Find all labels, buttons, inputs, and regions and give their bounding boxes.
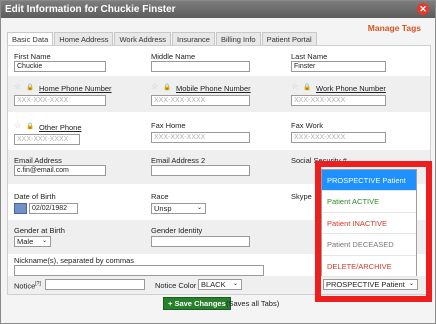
notice-help-icon[interactable]: [?]: [35, 281, 41, 287]
home-phone-label[interactable]: Home Phone Number: [39, 84, 112, 93]
email2-label: Email Address 2: [151, 156, 206, 165]
middle-name-label: Middle Name: [151, 52, 196, 61]
calendar-icon[interactable]: [14, 203, 27, 214]
race-value: Unsp: [154, 204, 172, 213]
first-name-field[interactable]: Chuckie: [14, 61, 106, 72]
mobile-phone-field[interactable]: XXX-XXX-XXXX: [151, 95, 250, 106]
other-phone-label[interactable]: Other Phone: [39, 123, 82, 132]
tab-patient-portal[interactable]: Patient Portal: [261, 32, 317, 45]
lock-icon: 🔒: [303, 84, 312, 91]
dob-field[interactable]: 02/02/1982: [29, 203, 78, 214]
fax-work-field[interactable]: XXX-XXX-XXXX: [291, 132, 386, 143]
gender-identity-field[interactable]: [151, 236, 250, 247]
gender-value: Male: [17, 237, 34, 246]
race-select[interactable]: Unsp ⌄: [151, 203, 206, 214]
gender-label: Gender at Birth: [14, 226, 65, 235]
work-phone-field[interactable]: XXX-XXX-XXXX: [291, 95, 386, 106]
notice-field[interactable]: [45, 279, 145, 290]
gender-identity-label: Gender Identity: [151, 226, 203, 235]
tab-insurance[interactable]: Insurance: [172, 32, 215, 45]
star-icon[interactable]: ☆: [151, 82, 158, 91]
manage-tags-link[interactable]: Manage Tags: [368, 23, 421, 33]
phone-row: ☆ 🔒 Home Phone Number XXX-XXX-XXXX ☆ 🔒 M…: [8, 76, 430, 112]
close-icon[interactable]: ✕: [417, 3, 429, 15]
tab-basic-data[interactable]: Basic Data: [7, 32, 54, 45]
gender-select[interactable]: Male ⌄: [14, 236, 51, 247]
status-option-prospective[interactable]: PROSPECTIVE Patient: [322, 170, 416, 192]
chevron-down-icon: ⌄: [408, 281, 414, 287]
tab-billing-info[interactable]: Billing Info: [215, 32, 261, 45]
status-option-inactive[interactable]: Patient INACTIVE: [322, 212, 416, 235]
fax-row: ☆ 🔒 Other Phone XXX-XXX-XXXX Fax Home XX…: [8, 112, 430, 150]
last-name-field[interactable]: Finster: [291, 61, 386, 72]
nickname-field[interactable]: [14, 265, 264, 276]
saves-all-note: (Saves all Tabs): [226, 299, 280, 308]
lock-icon: 🔒: [26, 123, 35, 130]
fax-work-label: Fax Work: [291, 121, 323, 130]
notice-color-select[interactable]: BLACK ⌄: [198, 279, 242, 290]
other-phone-field[interactable]: XXX-XXX-XXXX: [14, 134, 80, 145]
status-option-active[interactable]: Patient ACTIVE: [322, 191, 416, 213]
patient-status-select[interactable]: PROSPECTIVE Patient ⌄: [323, 279, 418, 290]
name-row: First Name Chuckie Middle Name Last Name…: [8, 46, 430, 76]
lock-icon: 🔒: [26, 84, 35, 91]
dialog-title: Edit Information for Chuckie Finster: [1, 1, 435, 18]
tab-home-address[interactable]: Home Address: [54, 32, 114, 45]
first-name-label: First Name: [14, 52, 51, 61]
notice-label: Notice[?]: [14, 281, 41, 291]
notice-color-label: Notice Color: [155, 281, 197, 290]
tab-work-address[interactable]: Work Address: [114, 32, 172, 45]
notice-color-value: BLACK: [201, 280, 226, 289]
fax-home-label: Fax Home: [151, 121, 186, 130]
tab-bar: Basic Data Home Address Work Address Ins…: [7, 32, 318, 45]
email-label: Email Address: [14, 156, 62, 165]
nickname-label: Nickname(s), separated by commas: [14, 256, 135, 265]
notice-label-text: Notice: [14, 281, 36, 291]
patient-status-menu: PROSPECTIVE Patient Patient ACTIVE Patie…: [321, 169, 417, 277]
last-name-label: Last Name: [291, 52, 328, 61]
fax-home-field[interactable]: XXX-XXX-XXXX: [151, 132, 250, 143]
race-label: Race: [151, 192, 169, 201]
chevron-down-icon: ⌄: [41, 238, 47, 244]
home-phone-field[interactable]: XXX-XXX-XXXX: [14, 95, 106, 106]
dob-label: Date of Birth: [14, 192, 56, 201]
status-selected-value: PROSPECTIVE Patient: [326, 280, 405, 289]
star-icon[interactable]: ☆: [14, 121, 21, 130]
star-icon[interactable]: ☆: [14, 82, 21, 91]
star-icon[interactable]: ☆: [291, 82, 298, 91]
save-changes-button[interactable]: + Save Changes: [163, 297, 231, 310]
work-phone-label[interactable]: Work Phone Number: [316, 84, 386, 93]
email2-field[interactable]: [151, 165, 250, 176]
status-option-delete-archive[interactable]: DELETE/ARCHIVE: [322, 255, 416, 277]
edit-patient-dialog: Edit Information for Chuckie Finster ✕ M…: [0, 0, 436, 324]
status-option-deceased[interactable]: Patient DECEASED: [322, 234, 416, 256]
skype-label: Skype: [291, 192, 312, 201]
chevron-down-icon: ⌄: [196, 205, 202, 211]
email-field[interactable]: c.fin@email.com: [14, 165, 106, 176]
middle-name-field[interactable]: [151, 61, 250, 72]
mobile-phone-label[interactable]: Mobile Phone Number: [176, 84, 251, 93]
chevron-down-icon: ⌄: [232, 281, 238, 287]
lock-icon: 🔒: [163, 84, 172, 91]
